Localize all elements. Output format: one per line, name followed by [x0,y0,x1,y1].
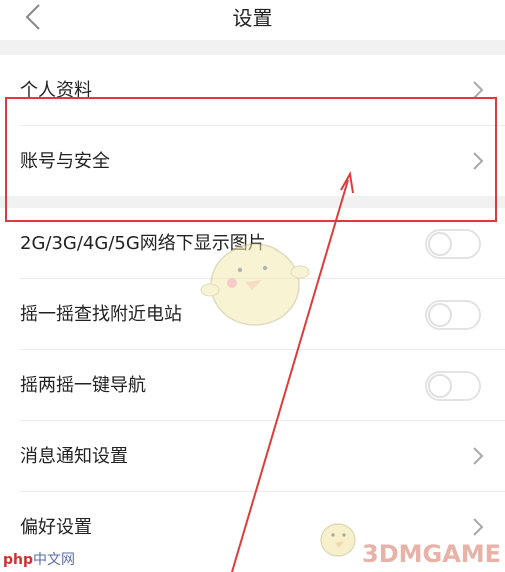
annotation-overlay [200,171,356,572]
3dmgame-watermark: 3DMGAME [362,540,502,568]
mascot-watermark [200,243,310,326]
php-watermark: php中文网 [3,552,76,568]
small-mascot-watermark [320,523,356,557]
red-arrow [231,171,354,572]
